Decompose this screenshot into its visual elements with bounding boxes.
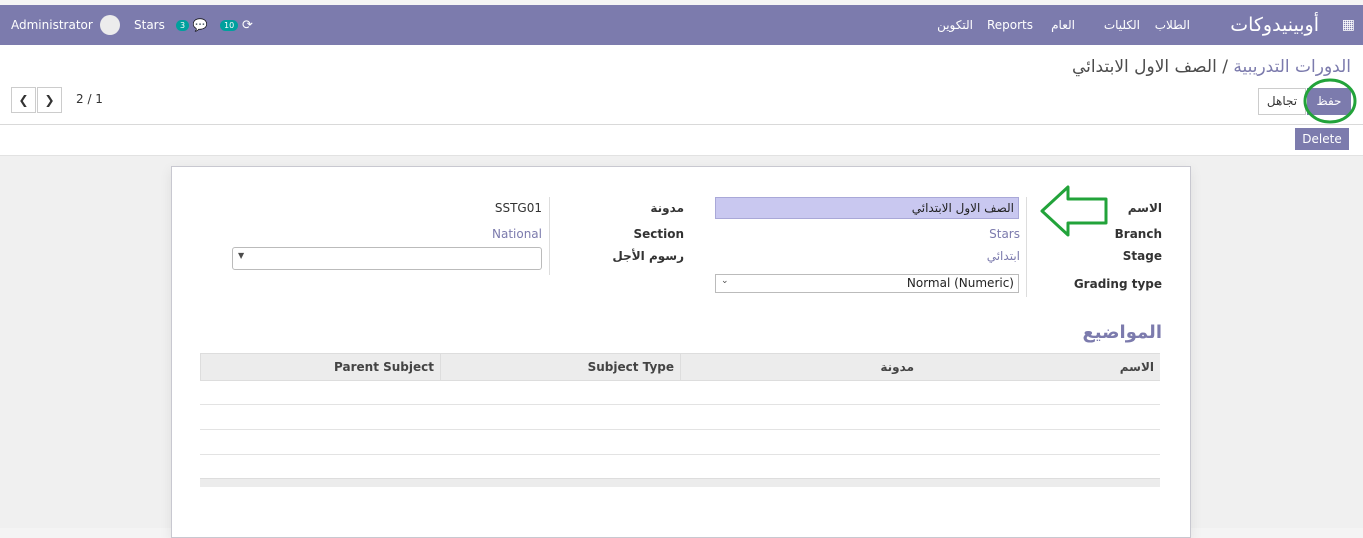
pager-previous-button[interactable]: ❮ (11, 87, 36, 113)
stage-label: Stage (1122, 249, 1162, 263)
subjects-table-header: الاسم مدونة Subject Type Parent Subject (200, 353, 1160, 381)
fees-input[interactable]: ▼ (232, 247, 542, 270)
menu-reports[interactable]: Reports (987, 5, 1033, 45)
form-sheet: الاسم الصف الاول الابتدائي Branch Stars … (171, 166, 1191, 538)
menu-general[interactable]: العام (1051, 5, 1075, 45)
activities-count-badge: 10 (220, 20, 239, 31)
grading-type-value: Normal (Numeric) (906, 276, 1014, 290)
breadcrumb-parent[interactable]: الدورات التدريبية (1233, 57, 1351, 77)
fees-label: رسوم الأجل (612, 249, 684, 263)
subjects-table-footer (200, 478, 1160, 487)
user-name: Administrator (11, 18, 93, 32)
clock-icon: ⟳ (242, 18, 253, 33)
control-panel: الدورات التدريبية / الصف الاول الابتدائي… (0, 45, 1363, 125)
breadcrumb-separator: / (1222, 57, 1228, 77)
column-code[interactable]: مدونة (680, 354, 920, 380)
user-menu[interactable]: Administrator (11, 5, 120, 45)
name-input[interactable]: الصف الاول الابتدائي (715, 197, 1019, 219)
code-label: مدونة (650, 201, 684, 215)
section-value[interactable]: National (492, 227, 542, 241)
activities-button[interactable]: 10 ⟳ (220, 5, 253, 45)
stage-value[interactable]: ابتدائي (987, 249, 1020, 263)
group-divider (1026, 197, 1027, 297)
delete-button[interactable]: Delete (1295, 128, 1349, 150)
code-value[interactable]: SSTG01 (495, 201, 542, 215)
chevron-left-icon: ❮ (18, 93, 29, 107)
menu-students[interactable]: الطلاب (1155, 5, 1190, 45)
column-name[interactable]: الاسم (920, 354, 1160, 380)
arrow-annotation-icon (1040, 185, 1108, 237)
table-row (200, 454, 1160, 455)
discard-button[interactable]: تجاهل (1258, 88, 1306, 115)
menu-configuration[interactable]: التكوين (937, 5, 973, 45)
caret-down-icon: ▼ (238, 251, 245, 260)
apps-menu-icon[interactable]: ▦ (1342, 5, 1355, 45)
top-navbar: ▦ أوبينيدوكات الطلاب الكليات العام Repor… (0, 5, 1363, 45)
pager-next-button[interactable]: ❯ (37, 87, 62, 113)
chevron-down-icon: ⌄ (721, 276, 729, 286)
breadcrumb: الدورات التدريبية / الصف الاول الابتدائي (1072, 57, 1351, 77)
pager-value[interactable]: 2 / 1 (76, 92, 103, 106)
messages-button[interactable]: 3 💬 (176, 5, 208, 45)
breadcrumb-current: الصف الاول الابتدائي (1071, 57, 1217, 77)
grading-type-select[interactable]: ⌄ Normal (Numeric) (715, 274, 1019, 293)
highlight-circle-icon (1303, 78, 1357, 124)
grading-type-label: Grading type (1073, 277, 1162, 291)
menu-faculties[interactable]: الكليات (1104, 5, 1140, 45)
branch-value[interactable]: Stars (989, 227, 1020, 241)
column-subject-type[interactable]: Subject Type (440, 354, 680, 380)
name-label: الاسم (1127, 201, 1162, 215)
subjects-title: المواضيع (1082, 322, 1163, 343)
chevron-right-icon: ❯ (44, 93, 55, 107)
column-parent-subject[interactable]: Parent Subject (200, 354, 440, 380)
company-switcher[interactable]: Stars (134, 5, 165, 45)
branch-label: Branch (1114, 227, 1162, 241)
table-row (200, 404, 1160, 405)
messages-count-badge: 3 (176, 20, 190, 31)
avatar (99, 14, 120, 35)
table-row (200, 429, 1160, 430)
chat-icon: 💬 (192, 18, 208, 32)
section-label: Section (633, 227, 684, 241)
group-divider-left (549, 197, 550, 275)
brand-name[interactable]: أوبينيدوكات (1230, 5, 1319, 45)
